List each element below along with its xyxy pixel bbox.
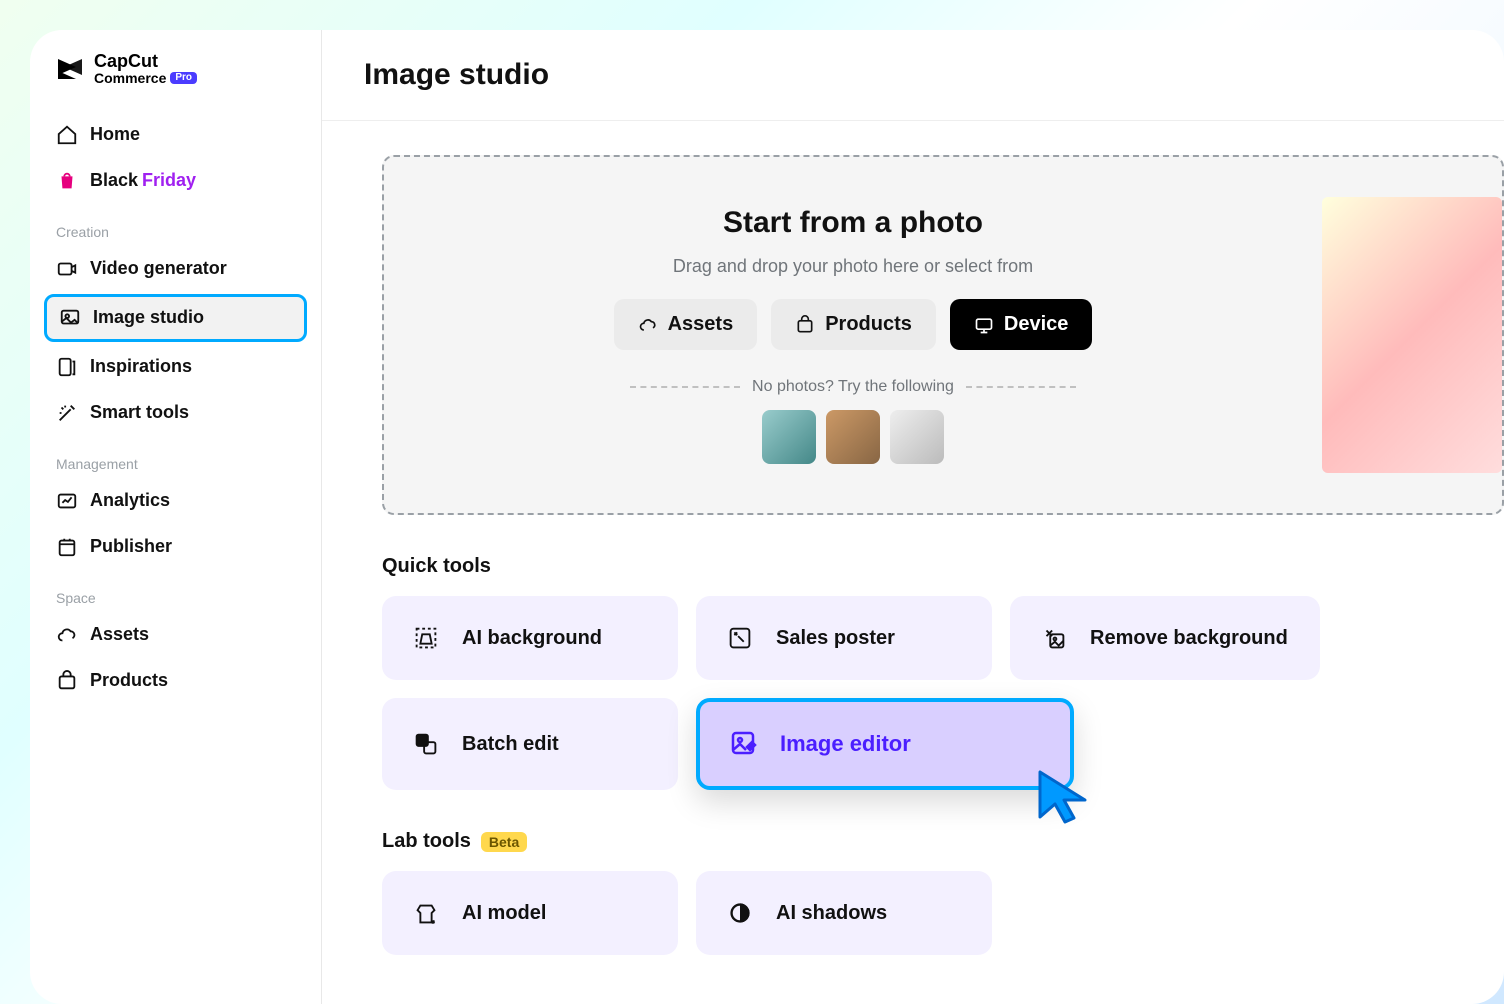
nav-black-friday[interactable]: BlackFriday <box>44 160 307 202</box>
tool-label: Sales poster <box>776 627 895 650</box>
upload-subtitle: Drag and drop your photo here or select … <box>673 256 1033 277</box>
tool-image-editor[interactable]: Image editor <box>696 698 1074 790</box>
nav-label: Home <box>90 124 140 145</box>
tool-label: Batch edit <box>462 733 559 756</box>
dash-right <box>966 386 1076 388</box>
nav-image-studio[interactable]: Image studio <box>44 294 307 342</box>
logo-text-2: Commerce Pro <box>94 71 197 86</box>
tool-label: Remove background <box>1090 627 1288 650</box>
lab-tools-title: Lab tools Beta <box>382 830 1504 853</box>
section-creation: Creation <box>44 206 307 248</box>
section-management: Management <box>44 438 307 480</box>
analytics-icon <box>56 490 78 512</box>
app-window: CapCut Commerce Pro Home BlackFriday Cre… <box>30 30 1504 1004</box>
smart-tools-icon <box>56 402 78 424</box>
upload-button-row: Assets Products Device <box>614 299 1093 350</box>
nav-label: Inspirations <box>90 356 192 377</box>
upload-info: Start from a photo Drag and drop your ph… <box>384 157 1322 513</box>
nav-video-generator[interactable]: Video generator <box>44 248 307 290</box>
nav-label: Assets <box>90 624 149 645</box>
logo-text-1: CapCut <box>94 52 197 71</box>
quick-tools-grid: AI background Sales poster Remove backgr… <box>382 596 1504 790</box>
nav-label: Smart tools <box>90 402 189 423</box>
capcut-logo-icon <box>54 53 86 85</box>
page-header: Image studio <box>322 30 1504 121</box>
nav-label: Publisher <box>90 536 172 557</box>
nav-label: Products <box>90 670 168 691</box>
nav-publisher[interactable]: Publisher <box>44 526 307 568</box>
products-icon <box>56 670 78 692</box>
sidebar: CapCut Commerce Pro Home BlackFriday Cre… <box>30 30 322 1004</box>
ai-model-icon <box>410 897 442 929</box>
batch-edit-icon <box>410 728 442 760</box>
products-icon <box>795 315 815 335</box>
device-icon <box>974 315 994 335</box>
tool-label: AI model <box>462 902 546 925</box>
upload-dropzone[interactable]: Start from a photo Drag and drop your ph… <box>382 155 1504 515</box>
cloud-icon <box>638 315 658 335</box>
content: Start from a photo Drag and drop your ph… <box>322 121 1504 1004</box>
nav: Home BlackFriday Creation Video generato… <box>30 104 321 706</box>
nav-label: Video generator <box>90 258 227 279</box>
page-title: Image studio <box>364 58 1462 92</box>
sample-photo-1[interactable] <box>762 410 816 464</box>
publisher-icon <box>56 536 78 558</box>
main: Image studio Start from a photo Drag and… <box>322 30 1504 1004</box>
remove-background-icon <box>1038 622 1070 654</box>
inspirations-icon <box>56 356 78 378</box>
section-space: Space <box>44 572 307 614</box>
no-photos-text: No photos? Try the following <box>752 378 954 396</box>
tool-ai-model[interactable]: AI model <box>382 871 678 955</box>
tool-sales-poster[interactable]: Sales poster <box>696 596 992 680</box>
device-button[interactable]: Device <box>950 299 1093 350</box>
ai-background-icon <box>410 622 442 654</box>
nav-home[interactable]: Home <box>44 114 307 156</box>
products-button[interactable]: Products <box>771 299 936 350</box>
nav-assets[interactable]: Assets <box>44 614 307 656</box>
sales-poster-icon <box>724 622 756 654</box>
home-icon <box>56 124 78 146</box>
beta-badge: Beta <box>481 832 527 852</box>
nav-label: Image studio <box>93 307 204 328</box>
tool-label: Image editor <box>780 731 911 757</box>
tool-ai-background[interactable]: AI background <box>382 596 678 680</box>
nav-products[interactable]: Products <box>44 660 307 702</box>
upload-title: Start from a photo <box>723 206 983 240</box>
sample-photo-2[interactable] <box>826 410 880 464</box>
tool-remove-background[interactable]: Remove background <box>1010 596 1320 680</box>
no-photos-row: No photos? Try the following <box>630 378 1076 396</box>
quick-tools-title: Quick tools <box>382 555 1504 578</box>
cloud-icon <box>56 624 78 646</box>
shopping-bag-icon <box>56 170 78 192</box>
tool-label: AI background <box>462 627 602 650</box>
tool-ai-shadows[interactable]: AI shadows <box>696 871 992 955</box>
image-studio-icon <box>59 307 81 329</box>
nav-analytics[interactable]: Analytics <box>44 480 307 522</box>
ai-shadows-icon <box>724 897 756 929</box>
sample-photo-3[interactable] <box>890 410 944 464</box>
nav-inspirations[interactable]: Inspirations <box>44 346 307 388</box>
pro-badge: Pro <box>170 72 197 85</box>
nav-label: Analytics <box>90 490 170 511</box>
dash-left <box>630 386 740 388</box>
assets-button[interactable]: Assets <box>614 299 758 350</box>
cursor-icon <box>1030 762 1100 832</box>
preview-image <box>1322 197 1502 473</box>
sample-row <box>762 410 944 464</box>
image-editor-icon <box>728 728 760 760</box>
logo: CapCut Commerce Pro <box>30 52 321 104</box>
tool-batch-edit[interactable]: Batch edit <box>382 698 678 790</box>
nav-smart-tools[interactable]: Smart tools <box>44 392 307 434</box>
lab-tools-grid: AI model AI shadows <box>382 871 1504 955</box>
video-icon <box>56 258 78 280</box>
tool-label: AI shadows <box>776 902 887 925</box>
